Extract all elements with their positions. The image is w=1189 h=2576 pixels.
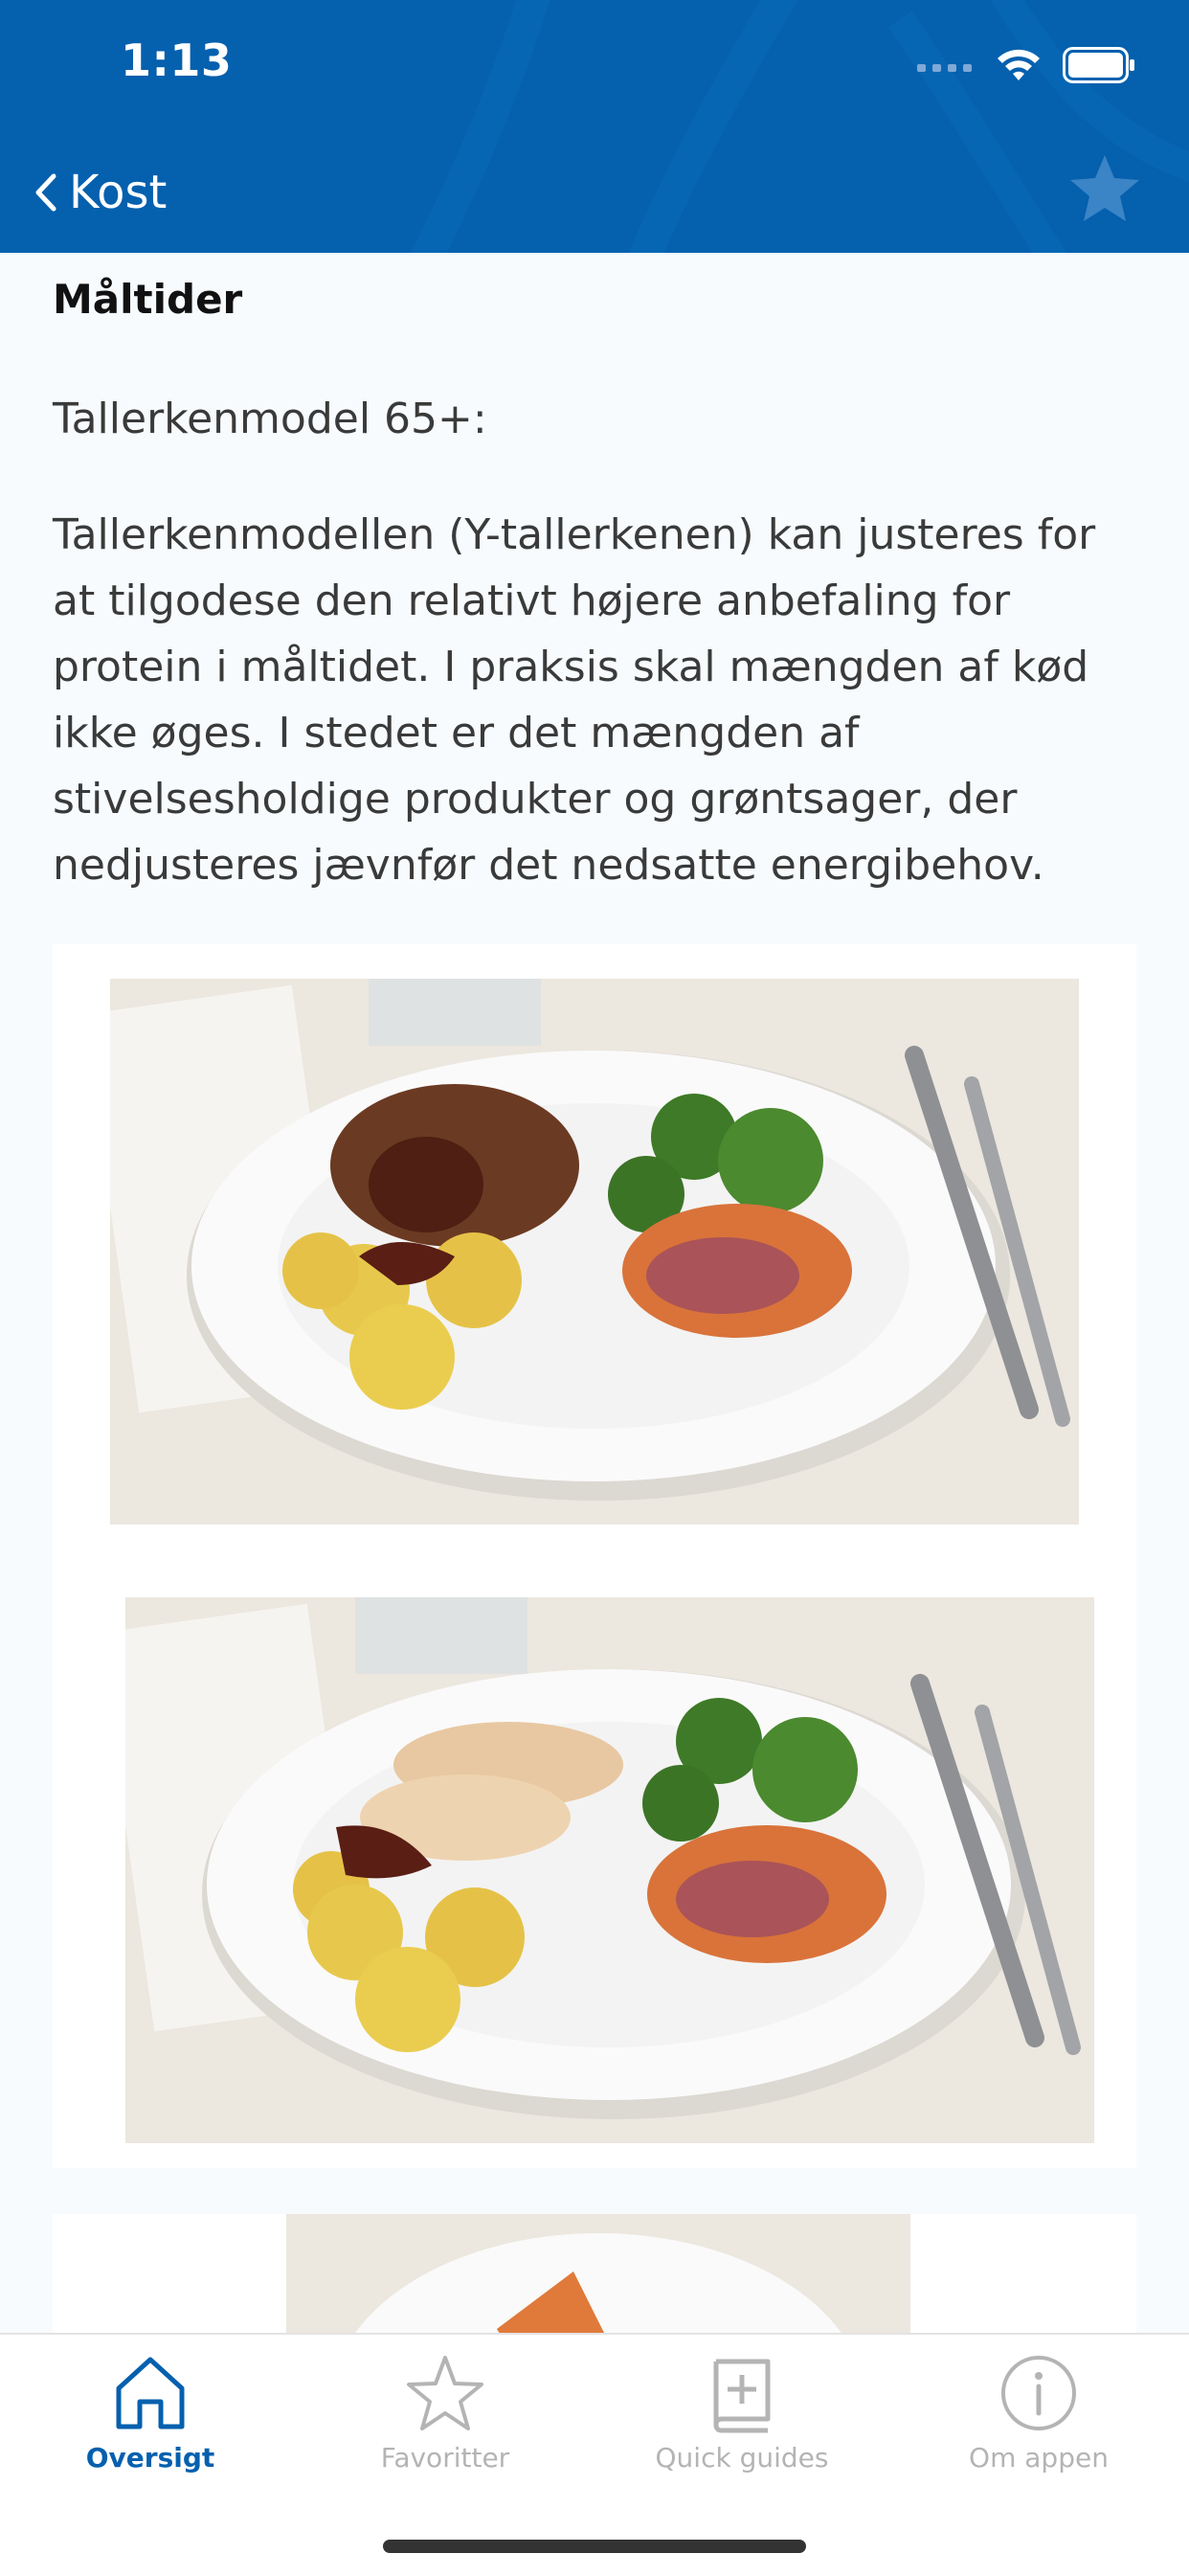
favorite-star-icon[interactable] (1066, 151, 1143, 228)
tab-label: Oversigt (85, 2442, 215, 2474)
body-paragraph: Tallerkenmodellen (Y-tallerkenen) kan ju… (53, 510, 1096, 890)
tab-favoritter[interactable]: Favoritter (297, 2352, 594, 2496)
tab-label: Quick guides (655, 2442, 829, 2474)
tab-om-appen[interactable]: Om appen (890, 2352, 1187, 2496)
tab-quick-guides[interactable]: Quick guides (594, 2352, 890, 2496)
star-icon (407, 2356, 483, 2430)
plate-photo-chicken (125, 1597, 1094, 2143)
plate-photo-salmon (286, 2214, 910, 2333)
house-icon (116, 2357, 185, 2429)
plate-model-image-card-2 (53, 2214, 1136, 2333)
back-label: Kost (69, 166, 168, 219)
plate-model-image-card (53, 944, 1136, 2168)
back-button[interactable]: Kost (33, 159, 167, 226)
tab-oversigt[interactable]: Oversigt (2, 2352, 299, 2496)
home-indicator[interactable] (383, 2540, 806, 2553)
content-area: Måltider Tallerkenmodel 65+: Tallerkenmo… (0, 253, 1189, 2333)
subtitle: Tallerkenmodel 65+: (53, 395, 487, 443)
status-icons (917, 42, 1135, 88)
plate-photo-meatball (110, 979, 1079, 1525)
status-time: 1:13 (121, 34, 233, 86)
chevron-left-icon (35, 173, 56, 212)
tab-label: Favoritter (380, 2442, 510, 2474)
section-title: Måltider (53, 276, 243, 323)
info-icon (1001, 2356, 1076, 2430)
book-plus-icon (713, 2359, 771, 2433)
header-bar: 1:13 Kost (0, 0, 1189, 253)
tab-label: Om appen (969, 2442, 1109, 2474)
cellular-signal-icon (917, 64, 972, 72)
wifi-icon (998, 49, 1040, 80)
battery-icon (1063, 47, 1134, 83)
